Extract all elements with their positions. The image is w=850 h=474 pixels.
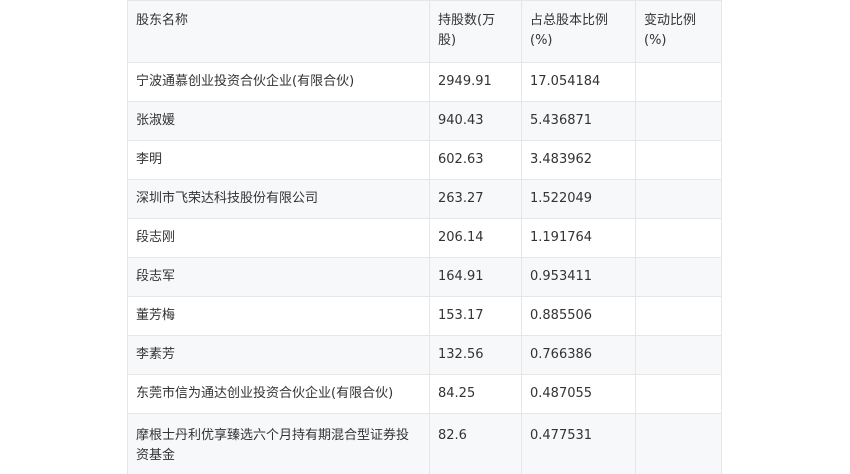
cell-name: 段志军: [127, 257, 430, 297]
table-row: 董芳梅 153.17 0.885506: [127, 296, 722, 336]
cell-name: 李明: [127, 140, 430, 180]
cell-ratio: 3.483962: [521, 140, 636, 180]
table-row: 深圳市飞荣达科技股份有限公司 263.27 1.522049: [127, 179, 722, 219]
header-shares-held: 持股数(万股): [429, 0, 522, 63]
cell-ratio: 0.477531: [521, 413, 636, 474]
cell-ratio: 0.487055: [521, 374, 636, 414]
cell-ratio: 1.522049: [521, 179, 636, 219]
table-row: 李明 602.63 3.483962: [127, 140, 722, 180]
cell-shares: 164.91: [429, 257, 522, 297]
table-row: 李素芳 132.56 0.766386: [127, 335, 722, 375]
cell-name: 段志刚: [127, 218, 430, 258]
table-row: 段志军 164.91 0.953411: [127, 257, 722, 297]
cell-change: [635, 374, 722, 414]
cell-name: 深圳市飞荣达科技股份有限公司: [127, 179, 430, 219]
cell-change: [635, 62, 722, 102]
cell-ratio: 0.885506: [521, 296, 636, 336]
table-row: 张淑媛 940.43 5.436871: [127, 101, 722, 141]
cell-ratio: 17.054184: [521, 62, 636, 102]
cell-change: [635, 296, 722, 336]
cell-change: [635, 218, 722, 258]
cell-name: 张淑媛: [127, 101, 430, 141]
cell-change: [635, 335, 722, 375]
cell-change: [635, 101, 722, 141]
cell-change: [635, 179, 722, 219]
cell-change: [635, 257, 722, 297]
cell-shares: 2949.91: [429, 62, 522, 102]
cell-shares: 82.6: [429, 413, 522, 474]
cell-shares: 602.63: [429, 140, 522, 180]
shareholder-table-container: 股东名称 持股数(万股) 占总股本比例(%) 变动比例(%) 宁波通慕创业投资合…: [127, 0, 722, 474]
cell-change: [635, 140, 722, 180]
cell-ratio: 0.766386: [521, 335, 636, 375]
cell-shares: 132.56: [429, 335, 522, 375]
cell-shares: 206.14: [429, 218, 522, 258]
cell-name: 宁波通慕创业投资合伙企业(有限合伙): [127, 62, 430, 102]
table-row: 东莞市信为通达创业投资合伙企业(有限合伙) 84.25 0.487055: [127, 374, 722, 414]
cell-shares: 940.43: [429, 101, 522, 141]
cell-name: 东莞市信为通达创业投资合伙企业(有限合伙): [127, 374, 430, 414]
table-row: 宁波通慕创业投资合伙企业(有限合伙) 2949.91 17.054184: [127, 62, 722, 102]
shareholder-table: 股东名称 持股数(万股) 占总股本比例(%) 变动比例(%) 宁波通慕创业投资合…: [127, 0, 722, 474]
table-row: 摩根士丹利优享臻选六个月持有期混合型证券投资基金 82.6 0.477531: [127, 413, 722, 474]
cell-change: [635, 413, 722, 474]
cell-ratio: 0.953411: [521, 257, 636, 297]
header-share-ratio: 占总股本比例(%): [521, 0, 636, 63]
table-row: 段志刚 206.14 1.191764: [127, 218, 722, 258]
table-header-row: 股东名称 持股数(万股) 占总股本比例(%) 变动比例(%): [127, 0, 722, 63]
cell-ratio: 5.436871: [521, 101, 636, 141]
cell-name: 李素芳: [127, 335, 430, 375]
header-shareholder-name: 股东名称: [127, 0, 430, 63]
header-change-ratio: 变动比例(%): [635, 0, 722, 63]
cell-shares: 84.25: [429, 374, 522, 414]
cell-name: 董芳梅: [127, 296, 430, 336]
cell-shares: 263.27: [429, 179, 522, 219]
cell-name: 摩根士丹利优享臻选六个月持有期混合型证券投资基金: [127, 413, 430, 474]
cell-shares: 153.17: [429, 296, 522, 336]
cell-ratio: 1.191764: [521, 218, 636, 258]
